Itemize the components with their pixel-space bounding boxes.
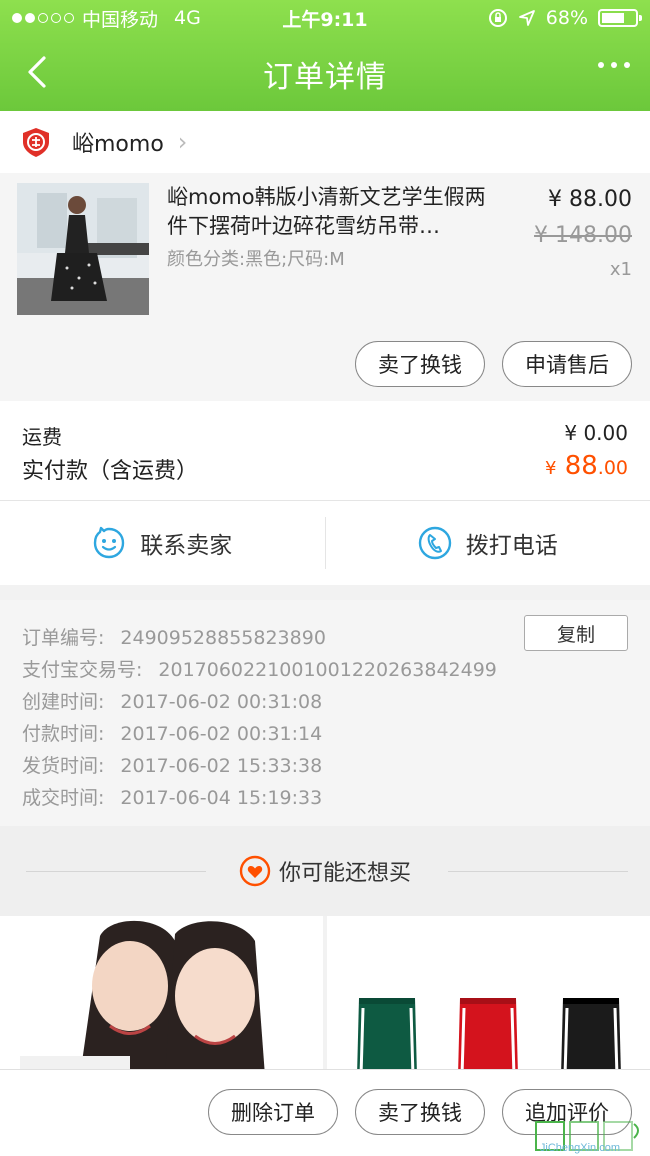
- after-sale-button[interactable]: 申请售后: [502, 341, 632, 387]
- alipay-trade-row: 支付宝交易号: 2017060221001001220263842499: [22, 655, 497, 682]
- paid-integer: 88: [564, 451, 598, 481]
- created-time-value: 2017-06-02 00:31:08: [120, 691, 323, 713]
- call-phone-label: 拨打电话: [465, 533, 558, 559]
- order-number-value: 24909528855823890: [120, 627, 326, 649]
- top-bar: 中国移动 4G 上午9:11 68% 订单详情: [0, 0, 650, 111]
- product-item[interactable]: 峪momo韩版小清新文艺学生假两件下摆荷叶边碎花雪纺吊带… 颜色分类:黑色;尺码…: [0, 173, 650, 401]
- recommend-item-1[interactable]: [0, 916, 323, 1076]
- status-bar: 中国移动 4G 上午9:11 68%: [0, 0, 650, 36]
- shop-badge-icon: [23, 128, 49, 157]
- sell-button[interactable]: 卖了换钱: [355, 341, 485, 387]
- shipping-time-label: 发货时间:: [22, 755, 105, 777]
- copy-button[interactable]: 复制: [524, 615, 628, 651]
- paid-amount: ¥ 88.00: [545, 451, 628, 481]
- phone-icon: [418, 526, 451, 560]
- signal-strength-icon: [12, 13, 74, 23]
- battery-percent: 68%: [545, 7, 588, 29]
- order-number-label: 订单编号:: [22, 627, 105, 649]
- location-arrow-icon: [518, 10, 535, 26]
- bottom-action-bar: 删除订单 卖了换钱 追加评价 JiChengXin.com: [0, 1069, 650, 1156]
- order-info: 订单编号: 24909528855823890 支付宝交易号: 2017060221…: [0, 600, 650, 826]
- shipping-label: 运费: [22, 425, 62, 449]
- created-time-label: 创建时间:: [22, 691, 105, 713]
- order-number-row: 订单编号: 24909528855823890: [22, 623, 326, 650]
- rotation-lock-icon: [488, 9, 507, 27]
- paid-decimal: .00: [597, 457, 628, 479]
- sell-again-button[interactable]: 卖了换钱: [355, 1089, 485, 1135]
- contact-seller-button[interactable]: 联系卖家: [0, 501, 325, 585]
- carrier-label: 中国移动: [82, 8, 159, 31]
- heart-icon: [239, 855, 271, 887]
- created-time-row: 创建时间: 2017-06-02 00:31:08: [22, 687, 322, 714]
- product-thumbnail: [17, 183, 149, 315]
- product-title: 峪momo韩版小清新文艺学生假两件下摆荷叶边碎花雪纺吊带…: [167, 185, 486, 238]
- contact-seller-label: 联系卖家: [140, 533, 233, 559]
- payment-summary: 运费 ¥ 0.00 实付款（含运费） ¥ 88.00: [0, 401, 650, 501]
- product-attributes: 颜色分类:黑色;尺码:M: [167, 249, 345, 270]
- recommend-divider-left: [26, 871, 206, 872]
- page-title: 订单详情: [263, 59, 387, 95]
- status-time: 上午9:11: [282, 8, 368, 31]
- shipping-time-row: 发货时间: 2017-06-02 15:33:38: [22, 751, 322, 778]
- paid-label: 实付款（含运费）: [22, 459, 199, 484]
- recommend-header: 你可能还想买: [0, 826, 650, 916]
- alipay-trade-value: 2017060221001001220263842499: [158, 659, 497, 681]
- product-quantity: x1: [609, 259, 632, 280]
- product-original-price: ¥ 148.00: [534, 223, 632, 248]
- recommend-divider-right: [448, 871, 628, 872]
- recommend-title: 你可能还想买: [239, 855, 411, 887]
- recommend-item-image: [327, 916, 650, 1076]
- chat-face-icon: [94, 526, 125, 559]
- network-label: 4G: [174, 7, 201, 29]
- call-phone-button[interactable]: 拨打电话: [326, 501, 650, 585]
- deal-time-row: 成交时间: 2017-06-04 15:19:33: [22, 783, 322, 810]
- shipping-time-value: 2017-06-02 15:33:38: [120, 755, 323, 777]
- payment-time-value: 2017-06-02 00:31:14: [120, 723, 323, 745]
- delete-order-button[interactable]: 删除订单: [208, 1089, 338, 1135]
- shop-name: 峪momo: [72, 132, 164, 157]
- more-options-icon[interactable]: [598, 62, 630, 68]
- payment-time-label: 付款时间:: [22, 723, 105, 745]
- payment-time-row: 付款时间: 2017-06-02 00:31:14: [22, 719, 322, 746]
- paid-currency: ¥: [544, 458, 557, 479]
- recommend-label: 你可能还想买: [278, 861, 411, 886]
- deal-time-value: 2017-06-04 15:19:33: [120, 787, 323, 809]
- watermark-text: JiChengXin.com: [539, 1142, 620, 1154]
- battery-icon: [598, 9, 642, 27]
- alipay-trade-label: 支付宝交易号:: [22, 659, 143, 681]
- navigation-bar: 订单详情: [0, 36, 650, 111]
- recommend-item-image: [0, 916, 323, 1076]
- deal-time-label: 成交时间:: [22, 787, 105, 809]
- recommend-item-2[interactable]: [327, 916, 650, 1076]
- contact-bar: 联系卖家 拨打电话: [0, 501, 650, 585]
- back-arrow-icon[interactable]: [20, 54, 56, 90]
- shop-row[interactable]: 峪momo ›: [0, 111, 650, 173]
- shipping-value: ¥ 0.00: [564, 421, 628, 445]
- chevron-right-icon: ›: [177, 128, 188, 156]
- product-price: ¥ 88.00: [548, 187, 632, 212]
